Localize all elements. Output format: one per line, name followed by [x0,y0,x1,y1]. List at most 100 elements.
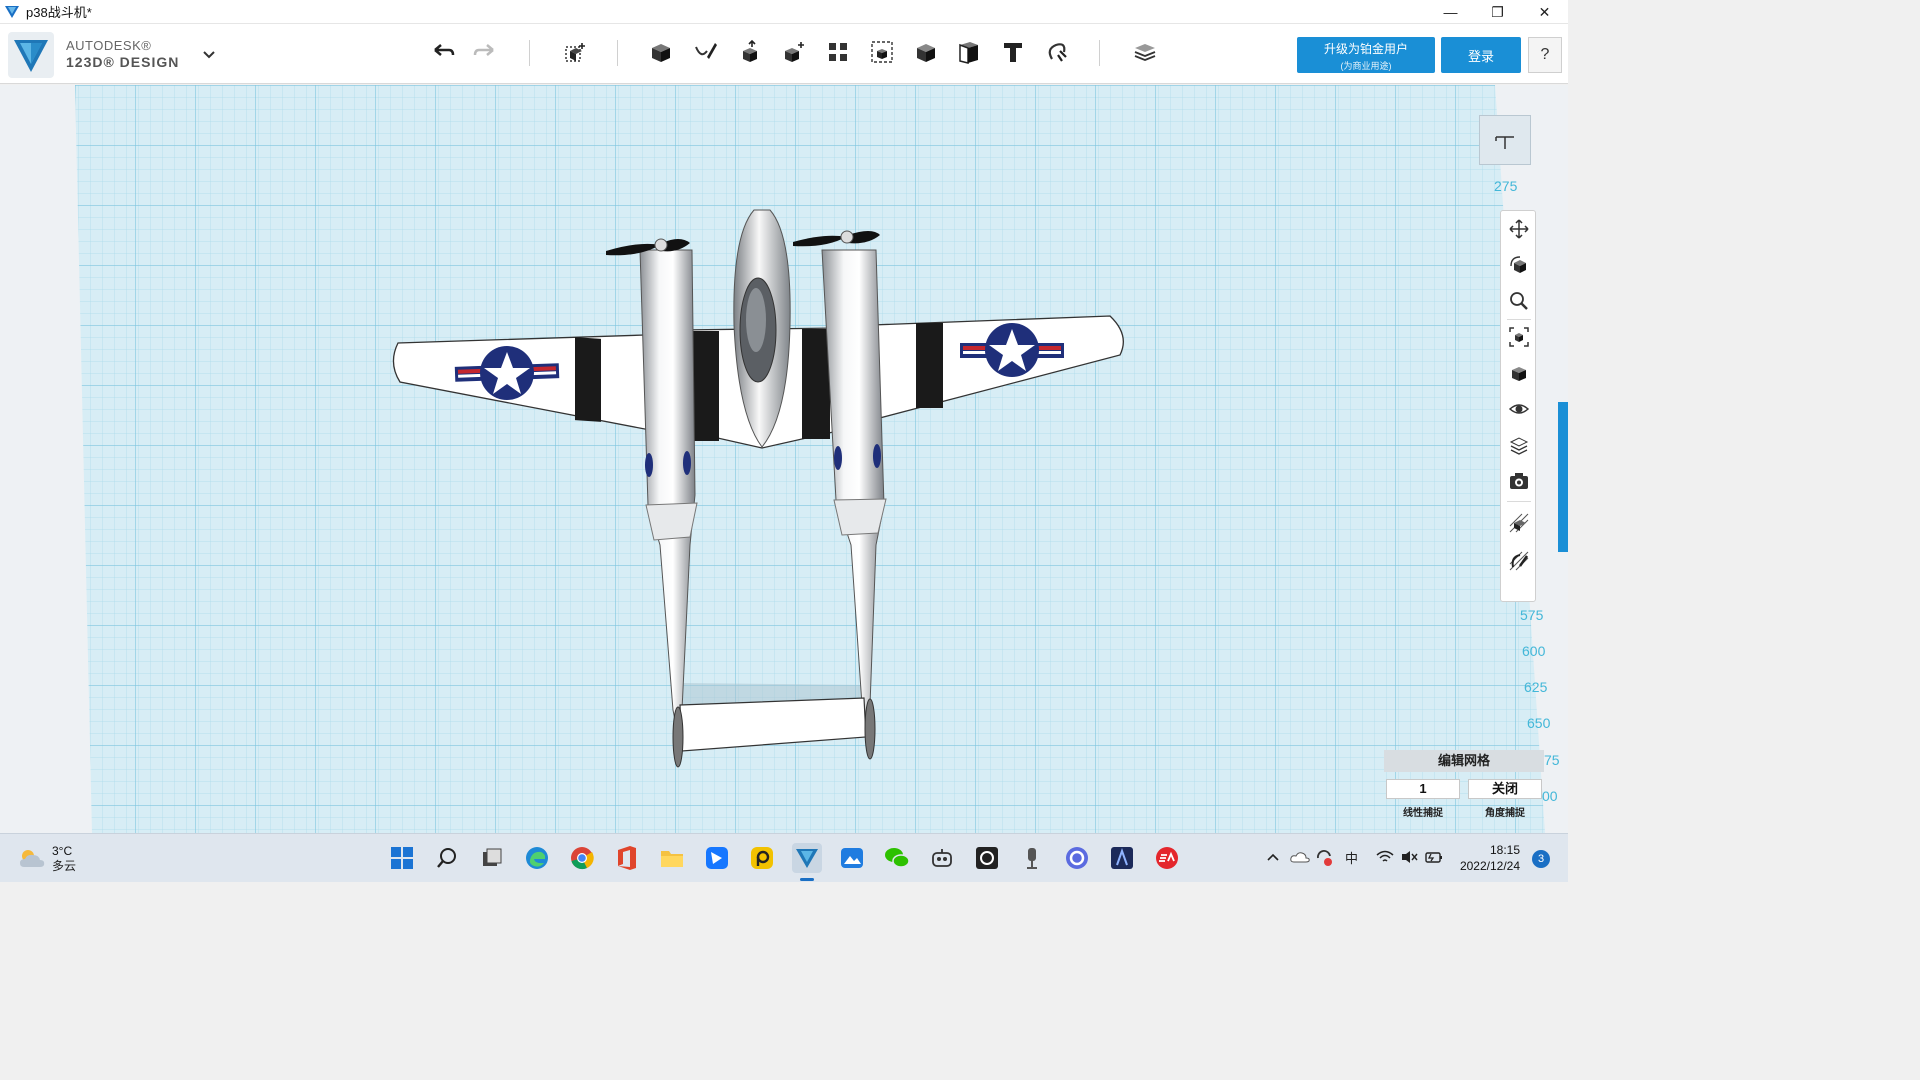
text-icon [1004,43,1022,62]
upgrade-button[interactable]: 升级为铂金用户 (为商业用途) [1297,37,1435,73]
measure-button[interactable] [955,38,983,66]
zoom-button[interactable] [1505,287,1533,315]
office-app[interactable] [612,843,642,873]
primitives-button[interactable] [647,38,675,66]
browser-icon [1066,847,1088,869]
wechat-app[interactable] [882,843,912,873]
edit-grid-button[interactable] [1505,547,1533,575]
text-button[interactable] [999,38,1027,66]
onedrive-cloud-icon[interactable] [1290,850,1310,864]
snap-grid-button[interactable] [1505,509,1533,537]
group-button[interactable] [868,38,896,66]
game-icon [1111,847,1133,869]
materials-toggle-icon [1509,437,1529,455]
browser-app[interactable] [1062,843,1092,873]
measure-icon [959,42,978,64]
wechat-icon [885,848,910,868]
edit-grid-title[interactable]: 编辑网格 [1384,750,1544,772]
view-cube[interactable] [1479,115,1531,165]
ea-icon [1156,847,1178,869]
zoom-icon [1510,292,1528,310]
edge-icon [526,847,548,869]
orbit-button[interactable] [1505,251,1533,279]
screenshot-button[interactable] [1505,467,1533,495]
app-menu-chevron-icon[interactable] [200,48,218,62]
p38-aircraft-model[interactable] [0,85,1568,833]
robot-icon [932,849,952,867]
ruler-label: 600 [1522,643,1546,659]
new-object-button[interactable] [561,38,589,66]
modify-button[interactable] [780,38,808,66]
angle-snap-input[interactable]: 关闭 [1468,779,1542,799]
volume-muted-icon[interactable] [1400,849,1418,865]
notification-badge[interactable]: 3 [1532,850,1550,868]
combine-button[interactable] [912,38,940,66]
wifi-icon[interactable] [1376,850,1394,864]
task-view-icon [483,848,502,866]
system-clock[interactable]: 18:15 2022/12/24 [1458,842,1520,874]
view-cube-top-icon [1495,136,1514,149]
perspective-button[interactable] [1505,359,1533,387]
pattern-icon [829,43,847,61]
active-app-indicator [800,878,814,881]
pdf-app[interactable] [747,843,777,873]
login-button[interactable]: 登录 [1441,37,1521,73]
game-app[interactable] [1107,843,1137,873]
brand-name: AUTODESK® 123D® DESIGN [66,38,180,70]
task-view-button[interactable] [477,843,507,873]
minimize-button[interactable]: — [1427,0,1474,24]
construct-button[interactable] [736,38,764,66]
angle-snap-label: 角度捕捉 [1485,808,1525,819]
pan-button[interactable] [1505,215,1533,243]
chrome-icon [571,847,594,870]
123d-design-app[interactable] [792,843,822,873]
robot-app[interactable] [927,843,957,873]
materials-toggle-button[interactable] [1505,431,1533,459]
edge-app[interactable] [522,843,552,873]
battery-icon[interactable] [1424,849,1444,865]
ea-app[interactable] [1152,843,1182,873]
linear-snap-input[interactable]: 1 [1386,779,1460,799]
snap-button[interactable] [1043,38,1071,66]
search-button[interactable] [432,843,462,873]
maximize-button[interactable]: ❐ [1474,0,1521,24]
cloudy-weather-icon [20,850,45,867]
redo-icon [473,44,494,56]
feishu-app[interactable] [702,843,732,873]
weather-widget[interactable]: 3°C 多云 [18,844,76,874]
orbit-icon [1510,256,1526,273]
materials-button[interactable] [1131,38,1159,66]
visibility-button[interactable] [1505,395,1533,423]
ime-indicator[interactable]: 中 [1345,848,1358,867]
capture-app[interactable] [972,843,1002,873]
mic-app[interactable] [1017,843,1047,873]
redo-button[interactable] [471,38,499,66]
folder-icon [661,851,683,867]
combine-icon [917,44,935,62]
help-button[interactable]: ? [1528,37,1562,73]
linear-snap-label: 线性捕捉 [1403,808,1443,819]
file-explorer-app[interactable] [657,843,687,873]
autodesk-logo-icon[interactable] [8,32,54,78]
app-logo-icon [5,5,19,18]
right-panel-tab[interactable] [1558,402,1568,552]
feishu-icon [706,847,728,869]
taskbar: 3°C 多云 中 18:15 2022/12/24 3 [0,833,1568,882]
photos-icon [841,848,863,868]
ruler-label: 625 [1524,679,1548,695]
sketch-button[interactable] [692,38,720,66]
fit-button[interactable] [1505,323,1533,351]
undo-button[interactable] [429,38,457,66]
tray-expand-chevron-icon[interactable] [1266,852,1280,862]
pan-icon [1509,219,1529,239]
chrome-app[interactable] [567,843,597,873]
capture-icon [976,847,998,869]
office-icon [618,846,636,870]
start-button[interactable] [387,843,417,873]
3d-viewport[interactable]: 275 575 600 625 650 75 00 编辑网格 1 关闭 线性捕捉… [0,85,1568,833]
photos-app[interactable] [837,843,867,873]
close-button[interactable]: ✕ [1521,0,1568,24]
sync-status-icon[interactable] [1314,848,1334,868]
modify-icon [785,42,804,62]
pattern-button[interactable] [824,38,852,66]
